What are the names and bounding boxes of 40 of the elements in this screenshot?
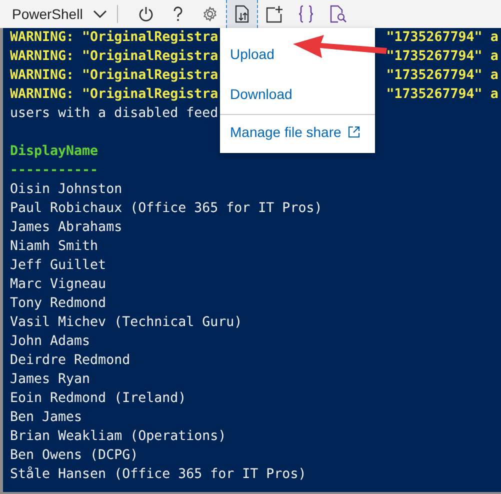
menu-item[interactable]: Manage file share bbox=[220, 115, 375, 149]
new-tab-icon bbox=[264, 5, 283, 23]
warning-text: WARNING: "OriginalRegistra bbox=[10, 86, 218, 104]
settings-icon bbox=[202, 6, 218, 22]
warning-text: WARNING: "OriginalRegistra bbox=[10, 48, 218, 66]
output-line: Paul Robichaux (Office 365 for IT Pros) bbox=[10, 200, 322, 218]
warning-text: WARNING: "OriginalRegistra bbox=[10, 29, 218, 47]
output-line: users with a disabled feed bbox=[10, 105, 218, 123]
output-line: James Ryan bbox=[10, 371, 90, 389]
output-line: Deirdre Redmond bbox=[10, 352, 130, 370]
menu-item[interactable]: Download bbox=[220, 74, 375, 114]
output-line: Jeff Guillet bbox=[10, 257, 106, 275]
output-line: Oisin Johnston bbox=[10, 181, 122, 199]
warning-text: "1735267794" a bbox=[386, 29, 500, 47]
output-line: Tony Redmond bbox=[10, 295, 106, 313]
warning-text: "1735267794" a bbox=[386, 48, 500, 66]
warning-text: "1735267794" a bbox=[386, 86, 500, 104]
output-line: Vasil Michev (Technical Guru) bbox=[10, 314, 242, 332]
column-header: DisplayName bbox=[10, 143, 98, 161]
menu-item[interactable]: Upload bbox=[220, 34, 375, 74]
output-line: John Adams bbox=[10, 333, 90, 351]
braces-icon bbox=[298, 5, 314, 23]
question-mark-icon bbox=[172, 6, 184, 22]
chevron-down-icon bbox=[92, 10, 107, 18]
output-line: Niamh Smith bbox=[10, 238, 98, 256]
power-icon bbox=[138, 6, 154, 22]
output-line: Eoin Redmond (Ireland) bbox=[10, 390, 186, 408]
external-link-icon bbox=[348, 126, 360, 138]
output-line: Marc Vigneau bbox=[10, 276, 106, 294]
upload-download-button[interactable] bbox=[226, 0, 258, 28]
warning-text: WARNING: "OriginalRegistra bbox=[10, 67, 218, 85]
output-line: Ben Owens (DCPG) bbox=[10, 447, 138, 465]
output-line: Ståle Hansen (Office 365 for IT Pros) bbox=[10, 465, 306, 484]
file-arrows-icon bbox=[234, 5, 250, 23]
warning-text: "1735267794" a bbox=[386, 67, 500, 85]
output-line: Ben James bbox=[10, 409, 82, 427]
output-line: James Abrahams bbox=[10, 219, 122, 237]
column-header: ----------- bbox=[10, 162, 98, 180]
output-line: Brian Weakliam (Operations) bbox=[10, 428, 226, 446]
file-search-icon bbox=[328, 5, 347, 23]
